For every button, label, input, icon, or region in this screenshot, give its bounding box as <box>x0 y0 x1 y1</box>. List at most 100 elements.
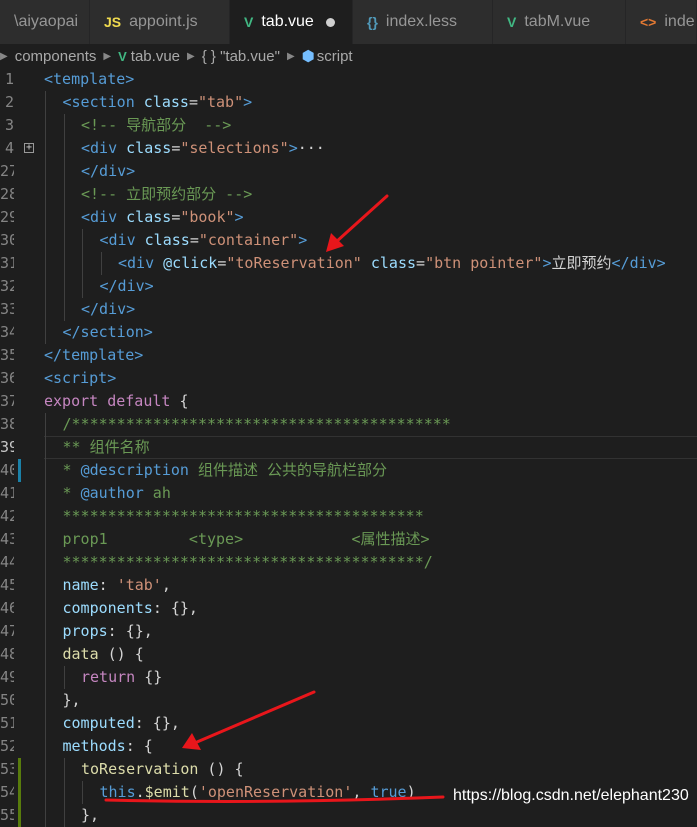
code-text: </section> <box>63 321 153 344</box>
breadcrumb-symbol[interactable]: script <box>317 48 353 65</box>
code-token: = <box>171 139 181 157</box>
code-token: () { <box>98 645 144 663</box>
code-line[interactable]: 50}, <box>0 689 697 712</box>
code-line[interactable]: 45 name: 'tab', <box>0 574 697 597</box>
code-line[interactable]: 35 </template> <box>0 344 697 367</box>
indent-guide <box>45 620 46 643</box>
code-token: }, <box>81 806 100 824</box>
code-token: > <box>243 93 253 111</box>
code-token: this <box>99 783 136 801</box>
code-line[interactable]: 55}, <box>0 804 697 827</box>
code-editor[interactable]: 1 <template> 2 <section class="tab"> 3 <!-- 导… <box>0 68 697 827</box>
indent-guide <box>45 712 46 735</box>
code-line[interactable]: 2 <section class="tab"> <box>0 91 697 114</box>
indent-guide <box>45 459 46 482</box>
code-line[interactable]: 38 /*************************************… <box>0 413 697 436</box>
code-line[interactable]: 51 computed: {}, <box>0 712 697 735</box>
code-text: </div> <box>81 298 135 321</box>
code-token: <div <box>81 139 127 157</box>
code-line[interactable]: 42 **************************************… <box>0 505 697 528</box>
breadcrumb-file[interactable]: tab.vue <box>131 48 180 65</box>
code-line[interactable]: 43 prop1 <type> <属性描述> <box>0 528 697 551</box>
line-number: 51 <box>0 714 14 732</box>
code-line[interactable]: 48 data () { <box>0 643 697 666</box>
code-text: methods: { <box>63 735 153 758</box>
code-token: toReservation <box>81 760 199 778</box>
line-number: 46 <box>0 599 14 617</box>
code-token: <div <box>118 254 164 272</box>
indent-guide <box>45 206 46 229</box>
code-line[interactable]: 37 export default { <box>0 390 697 413</box>
code-token: $emit <box>144 783 190 801</box>
breadcrumb-folder[interactable]: components <box>15 48 97 65</box>
code-line[interactable]: 49 return {} <box>0 666 697 689</box>
code-text: <div @click="toReservation" class="btn p… <box>118 252 666 275</box>
tab-tab-vue[interactable]: Vtab.vue <box>230 0 353 44</box>
code-token: class <box>126 208 172 226</box>
code-line[interactable]: 47 props: {}, <box>0 620 697 643</box>
code-token: : <box>98 576 117 594</box>
code-line[interactable]: 31 <div @click="toReservation" class="btn… <box>0 252 697 275</box>
code-token: prop1 <type> <属性描述> <box>62 530 430 548</box>
code-token: export <box>44 392 99 410</box>
code-token: }, <box>62 691 81 709</box>
line-number: 39 <box>0 438 14 456</box>
code-text: <div class="book"> <box>81 206 244 229</box>
code-text: toReservation () { <box>81 758 244 781</box>
code-line[interactable]: 39 ** 组件名称 <box>0 436 697 459</box>
code-token: "toReservation" <box>226 254 362 272</box>
code-line[interactable]: 29 <div class="book"> <box>0 206 697 229</box>
code-token: <!-- 立即预约部分 --> <box>81 185 253 203</box>
indent-guide <box>63 781 65 804</box>
code-line[interactable]: 28 <!-- 立即预约部分 --> <box>0 183 697 206</box>
unsaved-dot-icon[interactable] <box>325 17 335 27</box>
code-text: ** 组件名称 <box>63 436 150 459</box>
tab-index-less[interactable]: {} index.less <box>353 0 493 44</box>
indent-guide <box>45 528 46 551</box>
code-line[interactable]: 3 <!-- 导航部分 --> <box>0 114 697 137</box>
code-line[interactable]: 30 <div class="container"> <box>0 229 697 252</box>
line-number: 1 <box>4 70 14 88</box>
code-line[interactable]: 52 methods: { <box>0 735 697 758</box>
tab-tabm-vue[interactable]: VtabM.vue <box>493 0 626 44</box>
tab-aiyaopai[interactable]: \aiyaopai <box>0 0 90 44</box>
indent-guide <box>63 183 65 206</box>
code-text: </div> <box>100 275 154 298</box>
fold-expand-icon[interactable]: + <box>24 143 34 153</box>
code-line[interactable]: 4 + <div class="selections">··· <box>0 137 697 160</box>
code-line[interactable]: 44 **************************************… <box>0 551 697 574</box>
code-token: : {}, <box>107 622 153 640</box>
code-line[interactable]: 41 * @author ah <box>0 482 697 505</box>
indent-guide <box>63 137 65 160</box>
code-token: <div <box>81 208 127 226</box>
indent-guide <box>45 413 46 436</box>
code-line[interactable]: 1 <template> <box>0 68 697 91</box>
code-line[interactable]: 46 components: {}, <box>0 597 697 620</box>
tab-inde[interactable]: <> inde <box>626 0 697 44</box>
indent-guide <box>63 252 65 275</box>
line-number: 35 <box>0 346 14 364</box>
indent-guide <box>45 252 46 275</box>
line-number: 4 <box>4 139 14 157</box>
tab-appoint-js[interactable]: JS appoint.js <box>90 0 230 44</box>
code-token: components <box>62 599 153 617</box>
code-text: <script> <box>44 367 116 390</box>
code-line[interactable]: 27 </div> <box>0 160 697 183</box>
line-number: 44 <box>0 553 14 571</box>
code-line[interactable]: 53 toReservation () { <box>0 758 697 781</box>
indent-guide <box>82 229 83 252</box>
code-line[interactable]: 36 <script> <box>0 367 697 390</box>
indent-guide <box>100 252 102 275</box>
indent-guide <box>45 574 46 597</box>
tab-label: inde <box>664 13 695 30</box>
code-line[interactable]: 34 </section> <box>0 321 697 344</box>
code-line[interactable]: 40 * @description 组件描述 公共的导航栏部分 <box>0 459 697 482</box>
code-token: * <box>62 484 81 502</box>
code-line[interactable]: 33 </div> <box>0 298 697 321</box>
code-line[interactable]: 32 </div> <box>0 275 697 298</box>
breadcrumb-object[interactable]: { } "tab.vue" <box>202 48 280 65</box>
tab-label: index.less <box>385 13 458 30</box>
tab-label: tabM.vue <box>524 13 591 30</box>
code-text: data () { <box>63 643 144 666</box>
file-type-icon: V <box>244 14 254 30</box>
